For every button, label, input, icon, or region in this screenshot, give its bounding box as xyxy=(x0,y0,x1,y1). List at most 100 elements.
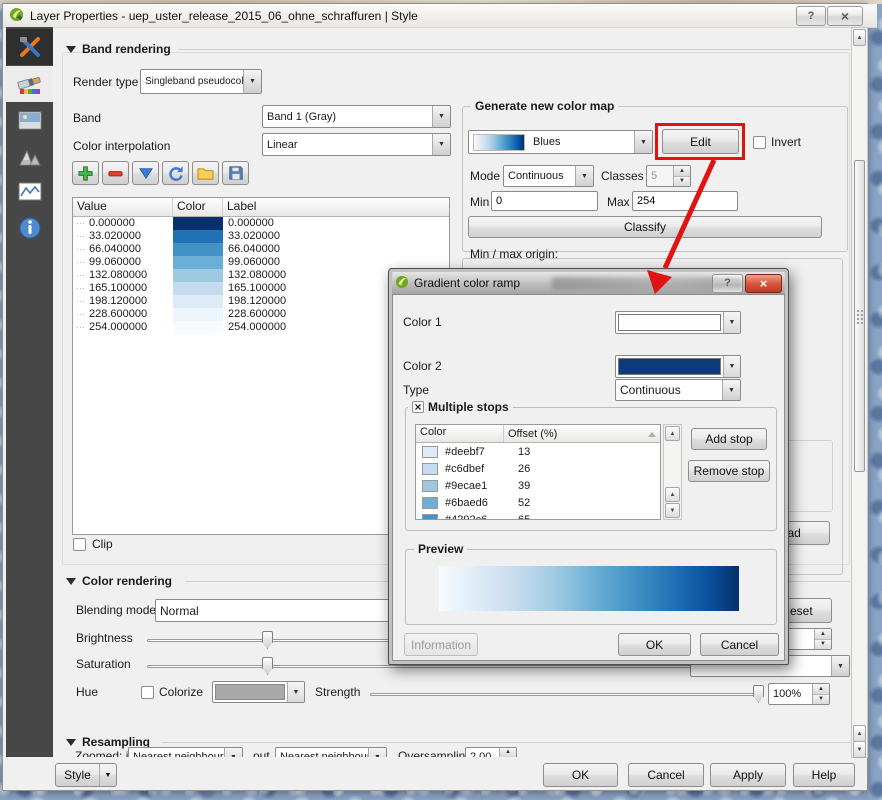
tab-metadata[interactable] xyxy=(6,209,53,246)
scroll-up-button[interactable]: ▲ xyxy=(853,29,866,46)
colorize-checkbox[interactable] xyxy=(141,686,154,699)
type-select[interactable]: Continuous ▼ xyxy=(615,379,741,401)
column-value[interactable]: Value xyxy=(73,198,173,216)
colormap-row[interactable]: 33.02000033.020000 xyxy=(73,230,449,243)
stops-table[interactable]: Color Offset (%) #deebf713#c6dbef26#9eca… xyxy=(415,424,661,520)
band-rendering-header[interactable]: Band rendering xyxy=(82,42,171,56)
collapse-arrow-icon[interactable] xyxy=(66,578,76,585)
render-type-select[interactable]: Singleband pseudocolor ▼ xyxy=(140,69,262,94)
color-interpolation-select[interactable]: Linear ▼ xyxy=(262,133,451,156)
scroll-up-button[interactable]: ▲ xyxy=(665,426,680,441)
strength-label: Strength xyxy=(315,685,360,699)
spinner-arrows-icon[interactable]: ▲▼ xyxy=(814,629,831,649)
chevron-down-icon: ▼ xyxy=(722,380,740,400)
max-label: Max xyxy=(607,195,630,209)
chevron-down-icon: ▼ xyxy=(723,356,740,377)
stop-swatch xyxy=(422,514,438,521)
oversampling-spinner[interactable]: 2.00 ▲▼ xyxy=(465,747,517,757)
folder-icon xyxy=(197,166,214,181)
saturation-slider[interactable] xyxy=(147,665,763,668)
window-help-button[interactable]: ? xyxy=(796,6,826,26)
max-input[interactable] xyxy=(632,191,738,211)
multiple-stops-checkbox[interactable]: × xyxy=(412,401,424,413)
save-colormap-button[interactable] xyxy=(222,161,249,185)
load-colormap-button[interactable] xyxy=(192,161,219,185)
collapse-arrow-icon[interactable] xyxy=(66,739,76,746)
invert-checkbox[interactable] xyxy=(753,136,766,149)
zoomed-in-select[interactable]: Nearest neighbour ▼ xyxy=(128,747,243,757)
sort-button[interactable] xyxy=(132,161,159,185)
spinner-arrows-icon[interactable]: ▲▼ xyxy=(812,684,829,704)
stop-row[interactable]: #4292c665 xyxy=(416,511,660,520)
strength-spinner[interactable]: 100% ▲▼ xyxy=(768,683,830,705)
label-cell: 66.040000 xyxy=(223,243,449,256)
value-cell: 165.100000 xyxy=(73,282,173,295)
column-label[interactable]: Label xyxy=(223,198,449,216)
dialog-ok-button[interactable]: OK xyxy=(618,633,691,656)
cancel-button[interactable]: Cancel xyxy=(628,763,704,787)
window-close-button[interactable]: × xyxy=(827,6,863,26)
add-entry-button[interactable] xyxy=(72,161,99,185)
main-scrollbar[interactable]: ▲ ▲ ▼ xyxy=(851,27,868,758)
band-select[interactable]: Band 1 (Gray) ▼ xyxy=(262,105,451,128)
dialog-cancel-button[interactable]: Cancel xyxy=(700,633,779,656)
stop-swatch xyxy=(422,463,438,475)
color-cell xyxy=(173,321,223,334)
stop-row[interactable]: #9ecae139 xyxy=(416,477,660,494)
color2-select[interactable]: ▼ xyxy=(615,355,741,378)
tab-pyramids[interactable] xyxy=(6,139,53,174)
add-stop-button[interactable]: Add stop xyxy=(691,428,767,450)
information-button[interactable]: Information xyxy=(404,633,478,656)
spinner-arrows-icon[interactable]: ▲▼ xyxy=(499,748,516,757)
mode-select[interactable]: Continuous ▼ xyxy=(503,165,594,187)
tab-histogram[interactable] xyxy=(6,175,53,208)
scroll-up-button-2[interactable]: ▲ xyxy=(853,725,866,742)
stop-hex: #9ecae1 xyxy=(438,480,511,492)
label-cell: 33.020000 xyxy=(223,230,449,243)
style-menu-button[interactable]: Style ▼ xyxy=(55,763,117,787)
colormap-row[interactable]: 0.0000000.000000 xyxy=(73,217,449,230)
save-icon xyxy=(228,165,244,181)
refresh-button[interactable] xyxy=(162,161,189,185)
color-rendering-header[interactable]: Color rendering xyxy=(82,574,172,588)
chevron-down-icon: ▼ xyxy=(287,682,304,702)
spinner-arrows-icon[interactable]: ▲▼ xyxy=(673,166,690,186)
ok-button[interactable]: OK xyxy=(543,763,618,787)
scroll-down-button[interactable]: ▼ xyxy=(853,741,866,758)
scroll-down-button[interactable]: ▼ xyxy=(665,503,680,518)
color1-select[interactable]: ▼ xyxy=(615,311,741,334)
stop-row[interactable]: #6baed652 xyxy=(416,494,660,511)
tab-transparency[interactable] xyxy=(6,103,53,138)
dialog-titlebar[interactable]: Gradient color ramp ? × xyxy=(392,272,785,294)
classify-button[interactable]: Classify xyxy=(468,216,822,238)
scroll-up-button-2[interactable]: ▲ xyxy=(665,487,680,502)
column-color[interactable]: Color xyxy=(173,198,223,216)
apply-button[interactable]: Apply xyxy=(710,763,786,787)
remove-stop-button[interactable]: Remove stop xyxy=(688,460,770,482)
color-ramp-select[interactable]: Blues ▼ xyxy=(468,130,653,154)
clip-checkbox[interactable] xyxy=(73,538,86,551)
zoomed-out-select[interactable]: Nearest neighbour ▼ xyxy=(275,747,387,757)
colormap-row[interactable]: 66.04000066.040000 xyxy=(73,243,449,256)
colormap-table-header[interactable]: Value Color Label xyxy=(73,198,449,217)
stop-row[interactable]: #c6dbef26 xyxy=(416,460,660,477)
scrollbar-thumb[interactable] xyxy=(854,160,865,472)
stops-scrollbar[interactable]: ▲ ▲ ▼ xyxy=(663,424,682,520)
dialog-close-button[interactable]: × xyxy=(745,274,782,293)
color2-swatch xyxy=(618,358,721,375)
column-offset[interactable]: Offset (%) xyxy=(504,425,660,442)
colorize-color-select[interactable]: ▼ xyxy=(212,681,305,703)
tab-general[interactable] xyxy=(6,29,53,65)
strength-slider[interactable] xyxy=(370,693,762,696)
window-titlebar[interactable]: Layer Properties - uep_uster_release_201… xyxy=(3,4,877,28)
classes-spinner[interactable]: 5 ▲▼ xyxy=(646,165,691,187)
stop-row[interactable]: #deebf713 xyxy=(416,443,660,460)
column-color[interactable]: Color xyxy=(416,425,504,442)
resampling-row-clipped: Zoomed: in Nearest neighbour ▼ out Neare… xyxy=(60,746,620,757)
stops-table-header[interactable]: Color Offset (%) xyxy=(416,425,660,443)
collapse-arrow-icon[interactable] xyxy=(66,46,76,53)
remove-entry-button[interactable] xyxy=(102,161,129,185)
tab-style[interactable] xyxy=(6,66,53,102)
min-input[interactable] xyxy=(491,191,598,211)
help-button[interactable]: Help xyxy=(793,763,855,787)
